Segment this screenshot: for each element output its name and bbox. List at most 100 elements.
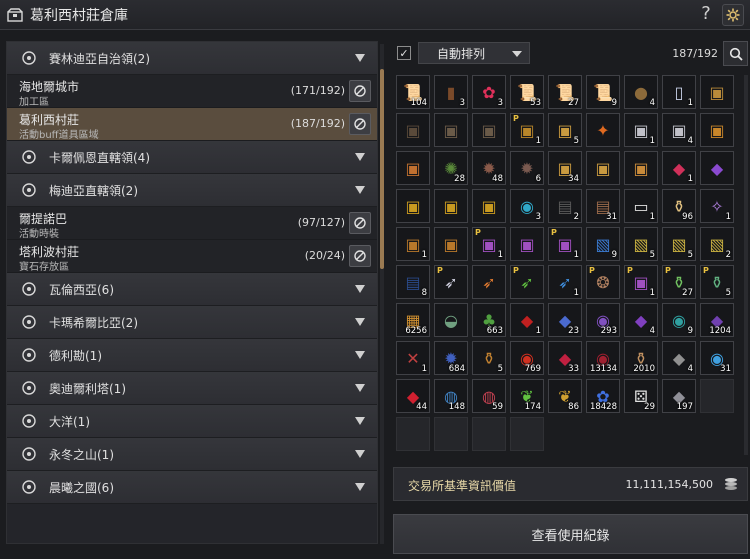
chevron-down-icon[interactable] <box>355 186 365 194</box>
chevron-down-icon[interactable] <box>355 285 365 293</box>
item-slot[interactable]: ▣ <box>396 189 430 223</box>
item-slot[interactable]: ◉ 293 <box>586 303 620 337</box>
item-slot[interactable]: ◆ <box>700 151 734 185</box>
item-slot[interactable]: ◆ 1 <box>662 151 696 185</box>
auto-sort-checkbox[interactable]: ✓ <box>397 46 411 60</box>
item-slot[interactable]: ▣ P 1 <box>472 227 506 261</box>
item-slot[interactable]: ▣ 34 <box>548 151 582 185</box>
region-header[interactable]: 德利勘(1) <box>7 339 377 372</box>
chevron-down-icon[interactable] <box>355 450 365 458</box>
chevron-down-icon[interactable] <box>355 153 365 161</box>
item-slot[interactable]: 📜 27 <box>548 75 582 109</box>
chevron-down-icon[interactable] <box>355 318 365 326</box>
region-header[interactable]: 瓦倫西亞(6) <box>7 273 377 306</box>
no-entry-icon[interactable] <box>349 80 371 102</box>
item-slot[interactable]: ▭ 1 <box>624 189 658 223</box>
no-entry-icon[interactable] <box>349 245 371 267</box>
region-header[interactable]: 梅迪亞直轄領(2) <box>7 174 377 207</box>
item-slot[interactable]: ▣ <box>586 151 620 185</box>
item-slot[interactable]: ❦ 174 <box>510 379 544 413</box>
item-slot[interactable]: ▦ 6256 <box>396 303 430 337</box>
empty-slot[interactable] <box>700 379 734 413</box>
item-slot[interactable]: ▣ 1 <box>624 113 658 147</box>
item-slot[interactable]: ⚱ 96 <box>662 189 696 223</box>
settings-gear-icon[interactable] <box>722 4 744 26</box>
item-slot[interactable]: ⚄ 29 <box>624 379 658 413</box>
region-header[interactable]: 卡瑪希爾比亞(2) <box>7 306 377 339</box>
chevron-down-icon[interactable] <box>355 483 365 491</box>
empty-slot[interactable] <box>434 417 468 451</box>
chevron-down-icon[interactable] <box>355 384 365 392</box>
item-slot[interactable]: ✦ <box>586 113 620 147</box>
item-slot[interactable]: ❂ P <box>586 265 620 299</box>
item-slot[interactable]: 📜 9 <box>586 75 620 109</box>
item-slot[interactable]: ♣ 663 <box>472 303 506 337</box>
item-slot[interactable]: ❦ 86 <box>548 379 582 413</box>
item-slot[interactable]: ✹ 6 <box>510 151 544 185</box>
item-slot[interactable]: ◍ 148 <box>434 379 468 413</box>
item-slot[interactable]: ▣ P 1 <box>624 265 658 299</box>
item-slot[interactable]: ▧ 5 <box>662 227 696 261</box>
item-slot[interactable]: ▣ <box>624 151 658 185</box>
item-slot[interactable]: ▣ 4 <box>662 113 696 147</box>
region-header[interactable]: 永冬之山(1) <box>7 438 377 471</box>
item-slot[interactable]: ● 4 <box>624 75 658 109</box>
item-slot[interactable]: ◆ 1204 <box>700 303 734 337</box>
item-slot[interactable]: ▯ 1 <box>662 75 696 109</box>
item-slot[interactable]: ▧ 2 <box>700 227 734 261</box>
item-slot[interactable]: ◒ <box>434 303 468 337</box>
town-row[interactable]: 爾提諾巴 活動時裝 (97/127) <box>7 207 377 240</box>
item-slot[interactable]: ✹ 684 <box>434 341 468 375</box>
item-slot[interactable]: ◉ 9 <box>662 303 696 337</box>
town-row[interactable]: 塔利波村莊 寶石存放區 (20/24) <box>7 240 377 273</box>
item-slot[interactable]: ▣ P 1 <box>510 113 544 147</box>
item-slot[interactable]: ▣ 5 <box>548 113 582 147</box>
region-header[interactable]: 大洋(1) <box>7 405 377 438</box>
help-button[interactable]: ? <box>696 3 716 24</box>
region-header[interactable]: 奧迪爾利塔(1) <box>7 372 377 405</box>
item-slot[interactable]: ⚱ P 5 <box>700 265 734 299</box>
item-slot[interactable]: ▣ <box>510 227 544 261</box>
item-slot[interactable]: ◆ 4 <box>662 341 696 375</box>
item-slot[interactable]: ◍ 59 <box>472 379 506 413</box>
item-slot[interactable]: ⚱ P 27 <box>662 265 696 299</box>
town-row[interactable]: 葛利西村莊 活動buff道具區域 (187/192) <box>7 108 377 141</box>
item-slot[interactable]: ◆ 33 <box>548 341 582 375</box>
item-slot[interactable]: ✹ 48 <box>472 151 506 185</box>
item-grid-scrollbar[interactable] <box>744 75 748 455</box>
item-slot[interactable]: ▣ <box>700 113 734 147</box>
item-slot[interactable]: ◉ 13134 <box>586 341 620 375</box>
item-slot[interactable]: ✧ 1 <box>700 189 734 223</box>
region-header[interactable]: 晨曦之國(6) <box>7 471 377 504</box>
item-slot[interactable]: ◆ 23 <box>548 303 582 337</box>
item-slot[interactable]: ✕ 1 <box>396 341 430 375</box>
item-slot[interactable]: ▧ 9 <box>586 227 620 261</box>
item-slot[interactable]: ▣ <box>434 113 468 147</box>
empty-slot[interactable] <box>472 417 506 451</box>
item-slot[interactable]: ✿ 18428 <box>586 379 620 413</box>
no-entry-icon[interactable] <box>349 113 371 135</box>
item-slot[interactable]: ⚱ 5 <box>472 341 506 375</box>
item-slot[interactable]: ▣ <box>472 113 506 147</box>
item-slot[interactable]: ◆ 4 <box>624 303 658 337</box>
town-row[interactable]: 海地爾城市 加工區 (171/192) <box>7 75 377 108</box>
item-slot[interactable]: ▤ 2 <box>548 189 582 223</box>
item-slot[interactable]: ▣ 1 <box>396 227 430 261</box>
item-slot[interactable]: ▣ <box>700 75 734 109</box>
item-slot[interactable]: ◆ 44 <box>396 379 430 413</box>
sort-dropdown[interactable]: 自動排列 <box>418 42 530 64</box>
item-slot[interactable]: ◆ 197 <box>662 379 696 413</box>
empty-slot[interactable] <box>396 417 430 451</box>
item-slot[interactable]: ◉ 31 <box>700 341 734 375</box>
chevron-down-icon[interactable] <box>355 417 365 425</box>
item-slot[interactable]: ➶ 1 <box>548 265 582 299</box>
item-slot[interactable]: ▣ <box>396 113 430 147</box>
item-slot[interactable]: ▤ 31 <box>586 189 620 223</box>
region-header[interactable]: 卡爾佩恩直轄領(4) <box>7 141 377 174</box>
empty-slot[interactable] <box>510 417 544 451</box>
region-list-scroll-thumb[interactable] <box>380 69 384 269</box>
item-slot[interactable]: ▤ 8 <box>396 265 430 299</box>
item-slot[interactable]: ⚱ 2010 <box>624 341 658 375</box>
item-slot[interactable]: ➶ P <box>434 265 468 299</box>
item-slot[interactable]: 📜 53 <box>510 75 544 109</box>
